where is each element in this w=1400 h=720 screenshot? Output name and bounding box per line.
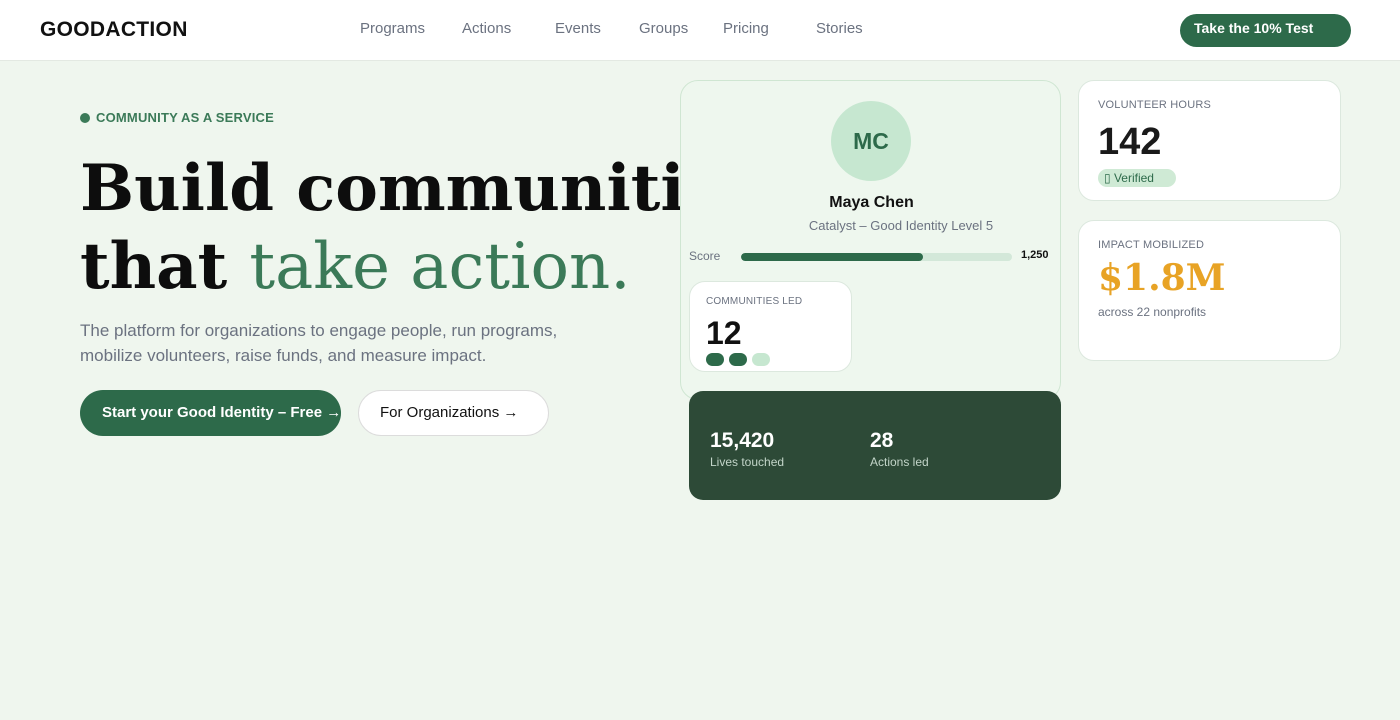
- eyebrow: COMMUNITY AS A SERVICE: [80, 110, 274, 125]
- top-navbar: GOODACTION Programs Actions Events Group…: [0, 0, 1400, 61]
- profile-card: MC Maya Chen Catalyst – Good Identity Le…: [680, 80, 1061, 400]
- impact-mobilized-label: IMPACT MOBILIZED: [1098, 239, 1205, 251]
- headline-plain: that: [80, 229, 250, 304]
- community-dot-icon: [706, 353, 724, 366]
- start-good-identity-button[interactable]: Start your Good Identity – Free →: [80, 390, 341, 436]
- check-icon: ▯: [1104, 171, 1111, 185]
- lives-touched-label: Lives touched: [710, 455, 785, 469]
- avatar: MC: [831, 101, 911, 181]
- communities-led-label: COMMUNITIES LED: [706, 296, 803, 307]
- score-label: Score: [689, 249, 721, 263]
- volunteer-hours-card: VOLUNTEER HOURS 142 ▯ Verified: [1078, 80, 1341, 201]
- volunteer-hours-value: 142: [1098, 121, 1162, 163]
- actions-led-label: Actions led: [870, 455, 929, 469]
- logo[interactable]: GOODACTION: [40, 18, 188, 42]
- volunteer-hours-label: VOLUNTEER HOURS: [1098, 99, 1212, 111]
- score-progress-bar: [741, 253, 1012, 261]
- score-progress-fill: [741, 253, 923, 261]
- eyebrow-dot-icon: [80, 112, 90, 123]
- profile-name: Maya Chen: [829, 194, 914, 211]
- hero-headline: Build communities that take action.: [80, 150, 761, 306]
- community-dot-icon: [729, 353, 747, 366]
- impact-stats-card: 15,420 Lives touched 28 Actions led: [689, 391, 1061, 500]
- communities-led-value: 12: [706, 315, 742, 351]
- nav-link-pricing[interactable]: Pricing: [723, 20, 769, 37]
- impact-mobilized-subtext: across 22 nonprofits: [1098, 305, 1207, 319]
- community-dot-icon: [752, 353, 770, 366]
- verified-badge-label: Verified: [1113, 171, 1154, 185]
- impact-mobilized-value: $1.8M: [1098, 257, 1226, 299]
- score-value: 1,250: [1021, 249, 1049, 261]
- nav-link-programs[interactable]: Programs: [360, 20, 425, 37]
- impact-mobilized-card: IMPACT MOBILIZED $1.8M across 22 nonprof…: [1078, 220, 1341, 361]
- nav-link-events[interactable]: Events: [555, 20, 601, 37]
- headline-accent: take action.: [249, 230, 631, 304]
- communities-led-card: COMMUNITIES LED 12: [689, 281, 852, 372]
- headline-line-1: Build communities: [80, 151, 762, 226]
- lives-touched-value: 15,420: [710, 429, 775, 452]
- hero-subtext: The platform for organizations to engage…: [80, 321, 558, 365]
- eyebrow-text: COMMUNITY AS A SERVICE: [96, 110, 274, 125]
- take-test-button[interactable]: Take the 10% Test: [1180, 14, 1351, 47]
- profile-subtitle: Catalyst – Good Identity Level 5: [808, 218, 994, 233]
- nav-link-stories[interactable]: Stories: [816, 20, 863, 37]
- actions-led-value: 28: [870, 429, 894, 452]
- headline-line-2: that take action.: [80, 228, 761, 306]
- nav-link-groups[interactable]: Groups: [639, 20, 688, 37]
- for-organizations-button[interactable]: For Organizations →: [358, 390, 549, 436]
- nav-link-actions[interactable]: Actions: [462, 20, 511, 37]
- verified-badge: ▯ Verified: [1098, 169, 1176, 187]
